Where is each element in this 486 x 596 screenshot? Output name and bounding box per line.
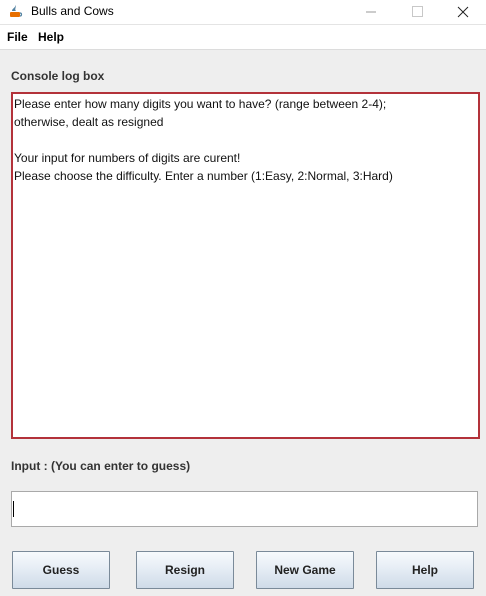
- new-game-button[interactable]: New Game: [256, 551, 354, 589]
- maximize-icon: [412, 6, 423, 17]
- minimize-button[interactable]: [348, 0, 394, 24]
- console-line: Your input for numbers of digits are cur…: [14, 151, 241, 165]
- menu-bar: File Help: [0, 25, 486, 50]
- title-bar: Bulls and Cows: [0, 0, 486, 25]
- console-log-box[interactable]: Please enter how many digits you want to…: [11, 92, 480, 439]
- guess-input[interactable]: [11, 491, 478, 527]
- console-line: Please enter how many digits you want to…: [14, 97, 387, 111]
- help-button[interactable]: Help: [376, 551, 474, 589]
- window-title: Bulls and Cows: [31, 4, 114, 18]
- input-label: Input : (You can enter to guess): [11, 459, 191, 473]
- java-app-icon: [10, 5, 23, 17]
- text-caret: [13, 501, 14, 517]
- maximize-button[interactable]: [394, 0, 440, 24]
- console-line: otherwise, dealt as resigned: [14, 115, 164, 129]
- console-text: Please enter how many digits you want to…: [13, 94, 478, 185]
- console-label: Console log box: [11, 69, 105, 83]
- menu-file[interactable]: File: [7, 30, 28, 44]
- close-button[interactable]: [440, 0, 486, 24]
- close-icon: [457, 6, 469, 18]
- menu-help[interactable]: Help: [38, 30, 64, 44]
- console-line: Please choose the difficulty. Enter a nu…: [14, 169, 393, 183]
- guess-button[interactable]: Guess: [12, 551, 110, 589]
- resign-button[interactable]: Resign: [136, 551, 234, 589]
- minimize-icon: [366, 11, 376, 13]
